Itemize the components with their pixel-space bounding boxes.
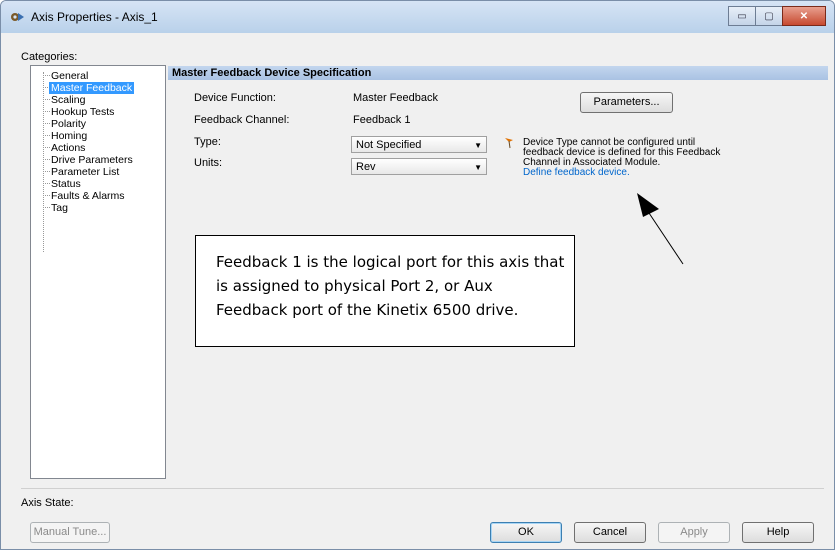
axis-gear-icon	[11, 13, 24, 21]
sidebar-item-scaling[interactable]: Scaling	[51, 94, 85, 106]
divider	[21, 488, 824, 489]
type-dropdown-value: Not Specified	[356, 139, 422, 151]
tree-branch	[43, 159, 50, 160]
sidebar-item-hookup-tests[interactable]: Hookup Tests	[51, 106, 114, 118]
section-header: Master Feedback Device Specification	[168, 66, 828, 80]
units-dropdown[interactable]: Rev ▼	[351, 158, 487, 175]
tree-branch	[43, 135, 50, 136]
close-button[interactable]: ✕	[782, 6, 826, 26]
chevron-down-icon: ▼	[474, 141, 482, 150]
sidebar-item-homing[interactable]: Homing	[51, 130, 87, 142]
tree-branch	[43, 75, 50, 76]
sidebar-item-parameter-list[interactable]: Parameter List	[51, 166, 119, 178]
device-type-note: Device Type cannot be configured until f…	[523, 138, 753, 178]
tree-branch	[43, 195, 50, 196]
feedback-channel-label: Feedback Channel:	[194, 114, 290, 126]
sidebar-item-actions[interactable]: Actions	[51, 142, 85, 154]
sidebar-item-master-feedback[interactable]: Master Feedback	[49, 82, 135, 94]
define-feedback-device-link[interactable]: Define feedback device.	[523, 168, 753, 178]
axis-properties-window: Axis Properties - Axis_1 ▭ ▢ ✕ Categorie…	[0, 0, 835, 550]
manual-tune-button[interactable]: Manual Tune...	[30, 522, 110, 543]
minimize-button[interactable]: ▭	[728, 6, 756, 26]
ok-button[interactable]: OK	[490, 522, 562, 543]
sidebar-item-faults-alarms[interactable]: Faults & Alarms	[51, 190, 125, 202]
chevron-down-icon: ▼	[474, 163, 482, 172]
cancel-button[interactable]: Cancel	[574, 522, 646, 543]
tree-branch	[43, 183, 50, 184]
apply-button[interactable]: Apply	[658, 522, 730, 543]
tree-branch	[43, 111, 50, 112]
category-tree[interactable]: General Master Feedback Scaling Hookup T…	[30, 65, 166, 479]
device-function-label: Device Function:	[194, 92, 276, 104]
maximize-button[interactable]: ▢	[755, 6, 783, 26]
type-dropdown[interactable]: Not Specified ▼	[351, 136, 487, 153]
window-controls: ▭ ▢ ✕	[728, 6, 826, 26]
sidebar-item-polarity[interactable]: Polarity	[51, 118, 86, 130]
axis-state-label: Axis State:	[21, 497, 74, 509]
callout-arrow	[637, 193, 684, 265]
units-label: Units:	[194, 157, 223, 169]
device-function-value: Master Feedback	[353, 92, 438, 104]
sidebar-item-tag[interactable]: Tag	[51, 202, 68, 214]
tree-branch	[43, 171, 50, 172]
warning-flag-icon	[505, 138, 513, 149]
callout-text: Feedback 1 is the logical port for this …	[216, 253, 565, 319]
tree-branch	[43, 99, 50, 100]
sidebar-item-general[interactable]: General	[51, 70, 88, 82]
window-title: Axis Properties - Axis_1	[31, 10, 158, 24]
help-button[interactable]: Help	[742, 522, 814, 543]
units-dropdown-value: Rev	[356, 161, 376, 173]
title-bar[interactable]: Axis Properties - Axis_1 ▭ ▢ ✕	[1, 1, 834, 33]
parameters-button[interactable]: Parameters...	[580, 92, 673, 113]
annotation-callout: Feedback 1 is the logical port for this …	[195, 235, 575, 347]
tree-branch	[43, 123, 50, 124]
sidebar-item-drive-parameters[interactable]: Drive Parameters	[51, 154, 133, 166]
sidebar-item-status[interactable]: Status	[51, 178, 81, 190]
feedback-channel-value: Feedback 1	[353, 114, 411, 126]
type-label: Type:	[194, 136, 221, 148]
tree-branch	[43, 207, 50, 208]
categories-label: Categories:	[21, 51, 78, 63]
tree-branch	[43, 147, 50, 148]
